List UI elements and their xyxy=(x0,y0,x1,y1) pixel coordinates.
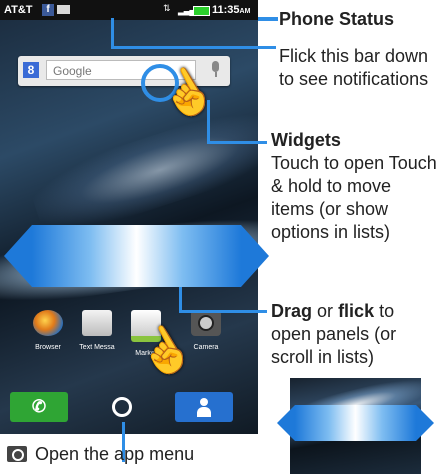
network-icon: ⇅ xyxy=(163,3,171,13)
phone-screen: AT&T f ⇅ ▂▃▄▅ 11:35AM 8 Google ☝ Browser… xyxy=(0,0,258,434)
app-label: Browser xyxy=(35,344,61,351)
widgets-text: Touch to open Touch & hold to move items… xyxy=(271,153,437,242)
status-leader-line xyxy=(258,17,278,21)
drag-leader-horizontal xyxy=(179,310,267,313)
arrow-bar xyxy=(32,225,241,287)
camera-icon xyxy=(191,310,221,336)
drag-leader-vertical xyxy=(179,287,182,312)
widgets-leader-horizontal xyxy=(207,141,267,144)
flick-word: flick xyxy=(338,301,375,321)
arrow-left-head xyxy=(4,225,32,287)
flick-leader-vertical xyxy=(111,18,114,48)
app-text-messaging[interactable]: Text Messa xyxy=(75,310,119,351)
or-word: or xyxy=(317,301,334,321)
app-menu-icon xyxy=(112,397,132,417)
mail-icon xyxy=(57,5,70,14)
clock-time: 11:35 xyxy=(212,4,240,16)
mic-body xyxy=(212,61,219,72)
thumbnail-arrow xyxy=(277,405,434,441)
google-badge-icon[interactable]: 8 xyxy=(23,62,39,78)
mic-stand xyxy=(215,72,217,77)
phone-icon: ✆ xyxy=(31,397,47,416)
thumbnail-arrow-bar xyxy=(295,405,416,441)
widgets-title: Widgets xyxy=(271,130,341,150)
app-label: Text Messa xyxy=(79,344,115,351)
battery-icon xyxy=(193,6,210,16)
flick-leader-horizontal xyxy=(111,46,276,49)
widgets-leader-vertical xyxy=(207,100,210,144)
swipe-arrow xyxy=(4,225,269,287)
app-menu-callout: Open the app menu xyxy=(35,444,195,464)
phone-status-callout: Phone Status xyxy=(279,8,394,31)
arrow-right-head xyxy=(241,225,269,287)
phone-button[interactable]: ✆ xyxy=(10,392,68,422)
flick-bar-callout: Flick this bar down to see notifications xyxy=(279,46,429,89)
widgets-callout: Widgets Touch to open Touch & hold to mo… xyxy=(271,129,439,244)
clock: 11:35AM xyxy=(212,4,250,16)
phone-status-title: Phone Status xyxy=(279,9,395,29)
contacts-button[interactable] xyxy=(175,392,233,422)
text-message-icon xyxy=(82,310,112,336)
app-menu-button[interactable] xyxy=(107,392,135,422)
facebook-icon: f xyxy=(42,4,54,16)
thumbnail-arrow-right xyxy=(416,405,434,441)
drag-word: Drag xyxy=(271,301,313,321)
app-menu-key-icon xyxy=(7,446,27,462)
status-bar[interactable]: AT&T f ⇅ ▂▃▄▅ 11:35AM xyxy=(0,0,258,20)
contacts-icon xyxy=(200,398,208,406)
drag-callout: Drag or flick to open panels (or scroll … xyxy=(271,300,439,369)
contacts-icon-body xyxy=(197,407,211,417)
app-browser[interactable]: Browser xyxy=(26,310,70,351)
carrier-label: AT&T xyxy=(4,4,33,16)
browser-icon xyxy=(33,310,63,336)
clock-suffix: AM xyxy=(239,8,251,15)
thumbnail-arrow-left xyxy=(277,405,295,441)
